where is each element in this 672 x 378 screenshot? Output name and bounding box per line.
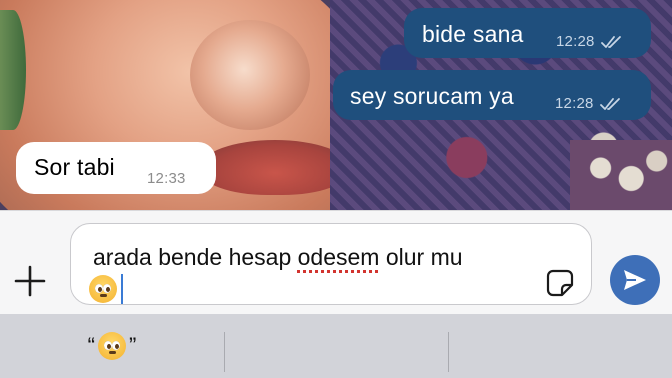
incoming-message[interactable]: Sor tabi 12:33 — [16, 142, 216, 194]
send-button[interactable] — [610, 255, 660, 305]
input-text-before: arada bende hesap — [93, 244, 298, 270]
open-quote: “ — [87, 333, 95, 358]
message-input[interactable]: arada bende hesap odesem olur mu — [70, 223, 592, 305]
input-text-after: olur mu — [379, 244, 463, 270]
message-time: 12:28 — [555, 95, 594, 112]
double-check-icon — [600, 35, 621, 48]
composer-bar: arada bende hesap odesem olur mu — [0, 210, 672, 314]
suggestion-empty[interactable] — [448, 314, 672, 378]
message-meta: 12:28 — [555, 95, 622, 112]
message-input-second-line — [89, 274, 123, 304]
suggestion-quoted-emoji[interactable]: “ ” — [0, 314, 224, 378]
message-text: Sor tabi — [34, 154, 115, 180]
pleading-face-emoji — [98, 332, 126, 360]
wallpaper-lips — [200, 140, 350, 195]
wallpaper-leaf — [0, 10, 26, 130]
keyboard-suggestion-bar: “ ” — [0, 314, 672, 378]
message-text: sey sorucam ya — [350, 83, 514, 109]
outgoing-message[interactable]: bide sana 12:28 — [404, 8, 651, 58]
text-caret — [121, 274, 123, 304]
plus-icon — [14, 265, 46, 297]
double-check-icon — [599, 97, 620, 110]
pleading-face-emoji — [89, 275, 117, 303]
attach-button[interactable] — [10, 261, 50, 301]
message-time: 12:33 — [147, 170, 186, 187]
close-quote: ” — [129, 333, 137, 358]
message-time: 12:28 — [556, 33, 595, 50]
sticker-icon[interactable] — [545, 268, 575, 298]
wallpaper-flowers — [570, 140, 672, 210]
message-meta: 12:28 — [556, 33, 623, 50]
message-input-text: arada bende hesap odesem olur mu — [93, 244, 463, 271]
misspelled-word[interactable]: odesem — [298, 244, 380, 270]
send-arrow-icon — [624, 270, 646, 290]
wallpaper-nose — [190, 20, 310, 130]
suggestion-empty[interactable] — [224, 314, 448, 378]
message-text: bide sana — [422, 21, 524, 47]
message-meta: 12:33 — [147, 170, 186, 187]
outgoing-message[interactable]: sey sorucam ya 12:28 — [333, 70, 651, 120]
